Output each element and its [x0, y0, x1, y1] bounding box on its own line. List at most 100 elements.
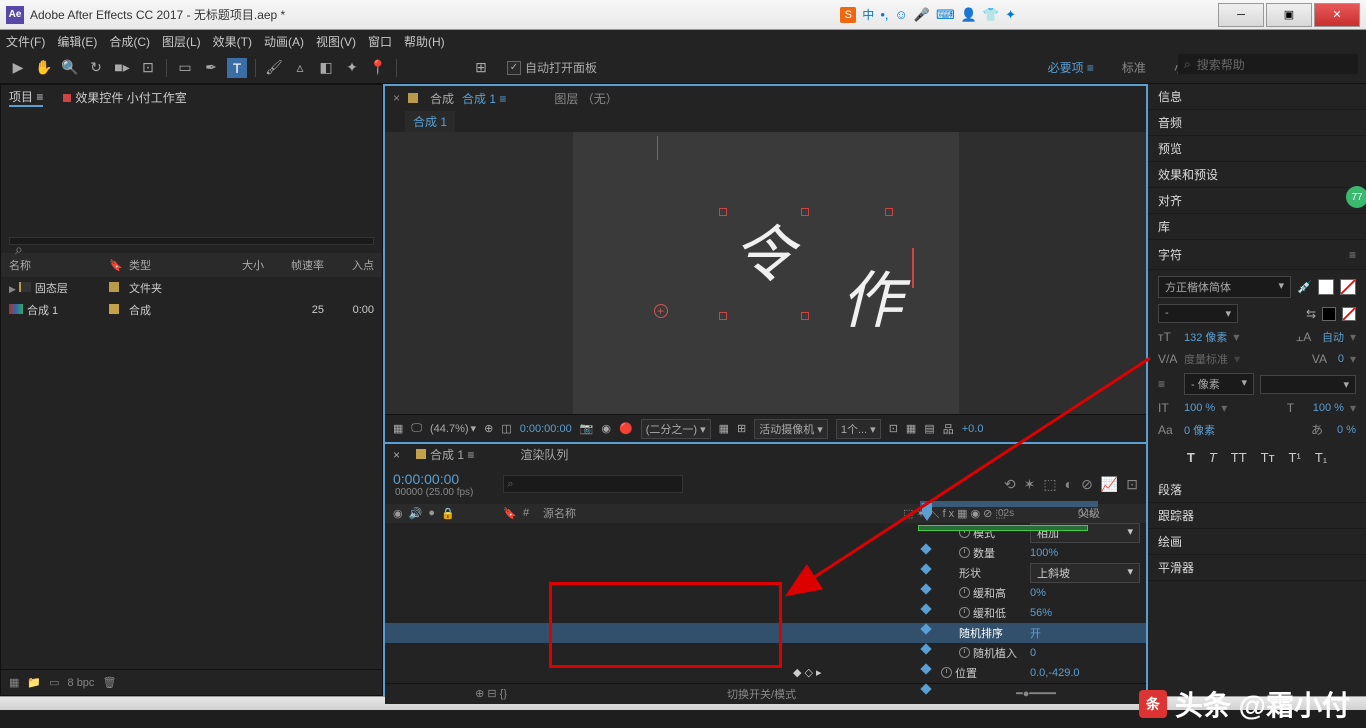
col-in[interactable]: 入点: [324, 257, 374, 273]
eyedropper-icon[interactable]: 💉: [1297, 280, 1312, 294]
stroke-color-swatch[interactable]: [1340, 279, 1356, 295]
pen-tool-icon[interactable]: ✒: [201, 58, 221, 78]
stroke-px-dropdown[interactable]: - 像素▾: [1184, 373, 1254, 395]
vp-icon[interactable]: ▦: [393, 422, 403, 435]
hscale-value[interactable]: 100 %: [1313, 402, 1344, 414]
render-queue-tab[interactable]: 渲染队列: [520, 446, 568, 463]
stroke-order-dropdown[interactable]: ▾: [1260, 375, 1356, 394]
info-panel-header[interactable]: 信息: [1148, 84, 1366, 110]
trash-icon[interactable]: 🗑: [102, 676, 116, 689]
bold-button[interactable]: T: [1187, 450, 1195, 465]
ws-standard[interactable]: 标准: [1118, 57, 1150, 78]
selection-handle[interactable]: [801, 312, 809, 320]
ime-user-icon[interactable]: 👤: [961, 7, 977, 23]
project-search-input[interactable]: [9, 237, 374, 245]
ime-sogou-icon[interactable]: S: [840, 7, 856, 23]
vp-icon[interactable]: 🖵: [411, 422, 422, 435]
keyframe-icon[interactable]: [920, 563, 931, 574]
project-row-folder[interactable]: ▶固态层 文件夹: [1, 277, 382, 299]
menu-edit[interactable]: 编辑(E): [57, 33, 97, 50]
tl-close-icon[interactable]: ×: [393, 448, 400, 462]
smallcaps-button[interactable]: Tᴛ: [1261, 450, 1275, 465]
minimize-button[interactable]: ─: [1218, 3, 1264, 27]
project-tab[interactable]: 项目 ≡: [9, 88, 43, 107]
panbehind-tool-icon[interactable]: ⊡: [138, 58, 158, 78]
new-comp-icon[interactable]: ▭: [49, 676, 59, 689]
new-folder-icon[interactable]: 📁: [27, 676, 41, 689]
camera-dropdown[interactable]: 活动摄像机 ▾: [754, 419, 828, 439]
zoom-tool-icon[interactable]: 🔍: [60, 58, 80, 78]
selection-handle[interactable]: [719, 312, 727, 320]
maximize-button[interactable]: ▣: [1266, 3, 1312, 27]
toggle-switches[interactable]: 切换开关/模式: [727, 686, 796, 702]
ime-emoji-icon[interactable]: ☺: [894, 7, 907, 22]
font-style-dropdown[interactable]: -▾: [1158, 304, 1238, 323]
paragraph-panel-header[interactable]: 段落: [1148, 477, 1366, 503]
subscript-button[interactable]: T₁: [1315, 450, 1327, 465]
menu-layer[interactable]: 图层(L): [162, 33, 201, 50]
orbit-tool-icon[interactable]: ↻: [86, 58, 106, 78]
exposure[interactable]: +0.0: [962, 423, 984, 435]
italic-button[interactable]: T: [1209, 450, 1217, 465]
ime-tool-icon[interactable]: ✦: [1005, 7, 1016, 23]
close-tab-icon[interactable]: ×: [393, 91, 400, 105]
fill-color-swatch[interactable]: [1318, 279, 1334, 295]
ime-mic-icon[interactable]: 🎤: [914, 7, 930, 23]
zoom-slider[interactable]: ━●━━━━: [1016, 687, 1056, 700]
vp-icon[interactable]: ◉: [601, 422, 611, 435]
interpret-icon[interactable]: ▦: [9, 676, 19, 689]
font-family-dropdown[interactable]: 方正楷体简体▾: [1158, 276, 1291, 298]
tl-footer-icons[interactable]: ⊕ ⊟ {}: [475, 687, 507, 700]
bg-swatch[interactable]: [1322, 307, 1336, 321]
search-help-input[interactable]: ⌕ 搜索帮助: [1178, 54, 1358, 74]
hand-tool-icon[interactable]: ✋: [34, 58, 54, 78]
preview-panel-header[interactable]: 预览: [1148, 136, 1366, 162]
smoother-panel-header[interactable]: 平滑器: [1148, 555, 1366, 581]
col-size[interactable]: 大小: [209, 257, 264, 273]
timeline-tracks[interactable]: 02s 04s: [908, 463, 1138, 661]
keyframe-icon[interactable]: [920, 583, 931, 594]
menu-window[interactable]: 窗口: [368, 33, 392, 50]
vp-icon[interactable]: ⊡: [889, 422, 898, 435]
tracking-value[interactable]: 0: [1338, 353, 1344, 365]
text-tool-icon[interactable]: T: [227, 58, 247, 78]
vp-icon[interactable]: ⊞: [737, 422, 746, 435]
allcaps-button[interactable]: TT: [1231, 450, 1247, 465]
roto-tool-icon[interactable]: ✦: [342, 58, 362, 78]
font-size-value[interactable]: 132 像素: [1184, 329, 1227, 345]
solo-icon[interactable]: ●: [428, 507, 435, 520]
ime-lang[interactable]: 中: [862, 6, 874, 23]
selection-handle[interactable]: [885, 208, 893, 216]
leading-value[interactable]: 自动: [1322, 329, 1344, 345]
paint-panel-header[interactable]: 绘画: [1148, 529, 1366, 555]
viewport[interactable]: 令 作: [385, 132, 1146, 414]
audio-panel-header[interactable]: 音频: [1148, 110, 1366, 136]
col-name[interactable]: 名称: [9, 257, 109, 273]
rect-tool-icon[interactable]: ▭: [175, 58, 195, 78]
tl-comp-tab[interactable]: 合成 1: [430, 448, 464, 462]
playhead[interactable]: [922, 503, 932, 521]
brush-tool-icon[interactable]: 🖌: [264, 58, 284, 78]
library-panel-header[interactable]: 库: [1148, 214, 1366, 240]
menu-file[interactable]: 文件(F): [6, 33, 45, 50]
vp-icon[interactable]: 品: [943, 421, 954, 437]
keyframe-icon[interactable]: [920, 623, 931, 634]
label-col-icon[interactable]: 🔖: [503, 507, 523, 520]
no-fill-swatch[interactable]: [1342, 307, 1356, 321]
current-time-display[interactable]: 0:00:00:00: [393, 471, 473, 487]
ime-keyboard-icon[interactable]: ⌨: [936, 7, 955, 23]
lock-icon[interactable]: 🔒: [441, 507, 455, 520]
col-fps[interactable]: 帧速率: [264, 257, 324, 273]
project-row-comp[interactable]: 合成 1 合成 25 0:00: [1, 299, 382, 321]
keyframe-icon[interactable]: [920, 543, 931, 554]
prop-position[interactable]: ◆ ◇ ▸ 位置 0.0,-429.0: [385, 663, 1146, 683]
close-button[interactable]: ✕: [1314, 3, 1360, 27]
clone-tool-icon[interactable]: ▵: [290, 58, 310, 78]
selection-handle[interactable]: [719, 208, 727, 216]
audio-icon[interactable]: 🔊: [409, 507, 423, 520]
vp-icon[interactable]: ▦: [719, 422, 729, 435]
snapshot-icon[interactable]: 📷: [580, 422, 594, 435]
current-time[interactable]: 0:00:00:00: [520, 423, 572, 435]
effects-control-tab[interactable]: 效果控件 小付工作室: [63, 89, 186, 106]
res-dropdown[interactable]: (二分之一) ▾: [641, 419, 711, 439]
